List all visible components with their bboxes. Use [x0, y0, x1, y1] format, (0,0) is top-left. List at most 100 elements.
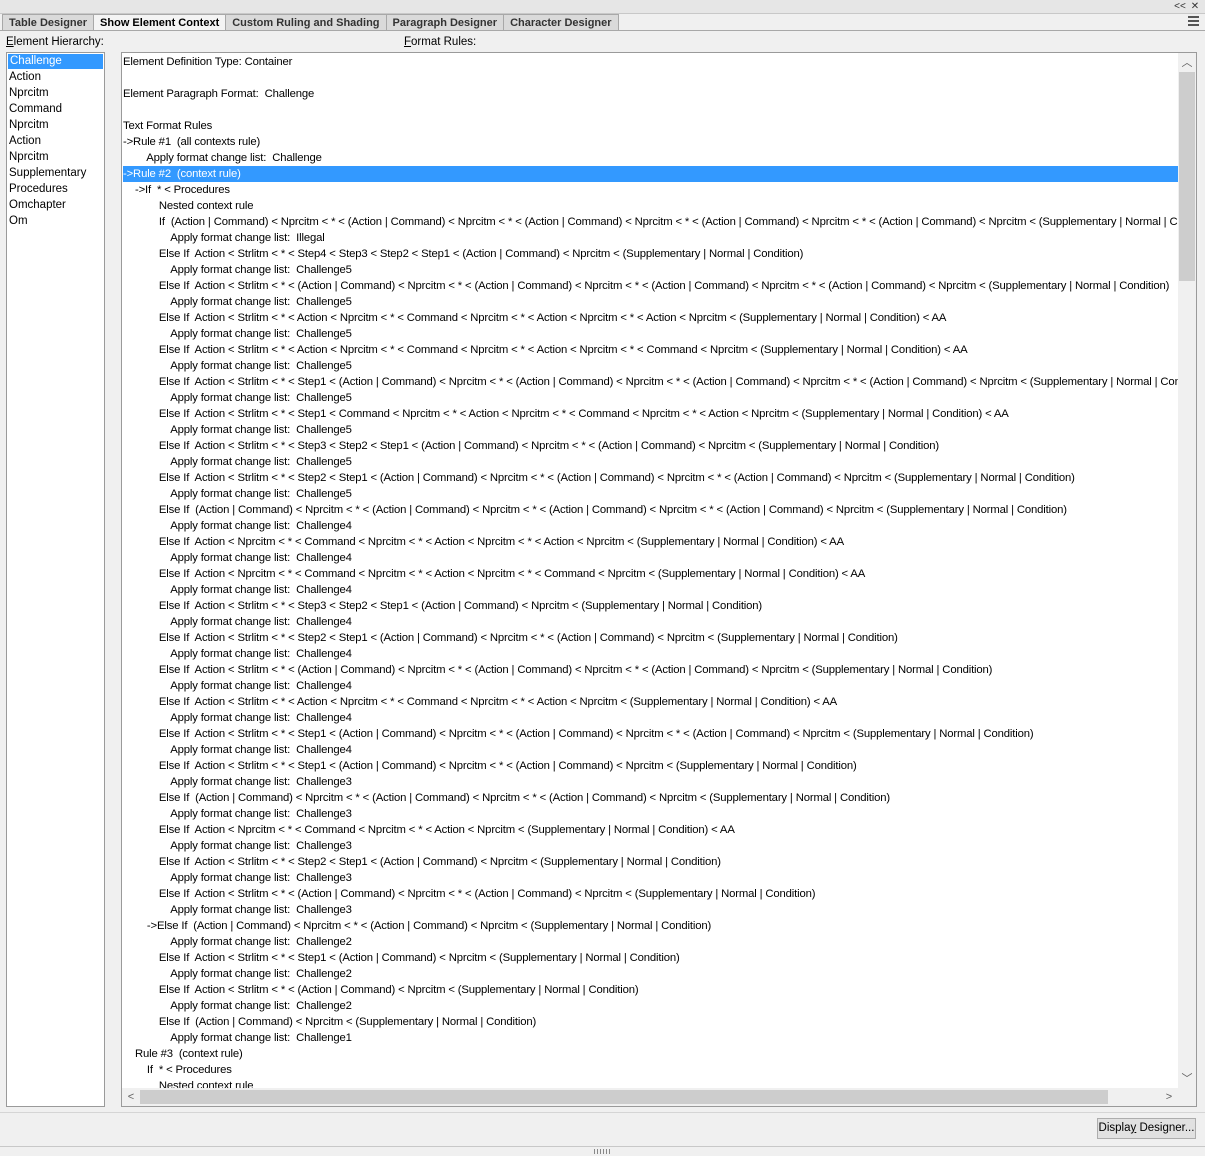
- rule-line[interactable]: Element Definition Type: Container: [123, 54, 1179, 70]
- hierarchy-item[interactable]: Command: [7, 101, 104, 117]
- rule-line[interactable]: Apply format change list: Challenge4: [123, 582, 1179, 598]
- rule-line[interactable]: Nested context rule: [123, 198, 1179, 214]
- rule-line[interactable]: Apply format change list: Challenge3: [123, 902, 1179, 918]
- hierarchy-item[interactable]: Action: [7, 69, 104, 85]
- hierarchy-item[interactable]: Procedures: [7, 181, 104, 197]
- rule-line[interactable]: Else If Action < Strlitm < * < Step3 < S…: [123, 598, 1179, 614]
- rule-line[interactable]: Apply format change list: Challenge4: [123, 678, 1179, 694]
- rule-line[interactable]: Else If Action < Strlitm < * < Step2 < S…: [123, 470, 1179, 486]
- rule-line[interactable]: Apply format change list: Challenge5: [123, 454, 1179, 470]
- format-rules-label: Format Rules:: [404, 36, 477, 48]
- rule-line[interactable]: Else If Action < Strlitm < * < Step2 < S…: [123, 630, 1179, 646]
- rule-line[interactable]: Apply format change list: Illegal: [123, 230, 1179, 246]
- scroll-right-icon[interactable]: >: [1161, 1089, 1177, 1105]
- rule-line[interactable]: Else If Action < Strlitm < * < Action < …: [123, 694, 1179, 710]
- rule-line[interactable]: Else If Action < Nprcitm < * < Command <…: [123, 566, 1179, 582]
- scroll-left-icon[interactable]: <: [123, 1089, 139, 1105]
- hierarchy-item[interactable]: Omchapter: [7, 197, 104, 213]
- rule-line[interactable]: Else If Action < Strlitm < * < (Action |…: [123, 982, 1179, 998]
- hierarchy-item[interactable]: Challenge: [8, 54, 103, 69]
- hierarchy-item[interactable]: Nprcitm: [7, 149, 104, 165]
- rule-line[interactable]: Text Format Rules: [123, 118, 1179, 134]
- rule-line[interactable]: Apply format change list: Challenge4: [123, 518, 1179, 534]
- rule-line[interactable]: Apply format change list: Challenge4: [123, 614, 1179, 630]
- close-icon[interactable]: ✕: [1188, 0, 1202, 13]
- rule-line[interactable]: ->If * < Procedures: [123, 182, 1179, 198]
- rule-line[interactable]: If * < Procedures: [123, 1062, 1179, 1078]
- rule-line[interactable]: Apply format change list: Challenge5: [123, 390, 1179, 406]
- menu-icon[interactable]: [1188, 16, 1199, 28]
- rule-line[interactable]: Else If Action < Strlitm < * < Step1 < C…: [123, 406, 1179, 422]
- rule-line[interactable]: Apply format change list: Challenge2: [123, 998, 1179, 1014]
- rule-line[interactable]: Apply format change list: Challenge4: [123, 742, 1179, 758]
- tab-custom-ruling-and-shading[interactable]: Custom Ruling and Shading: [226, 14, 387, 31]
- rule-line[interactable]: Apply format change list: Challenge3: [123, 774, 1179, 790]
- horizontal-scrollbar[interactable]: < >: [122, 1088, 1178, 1106]
- status-divider: [0, 1146, 1205, 1147]
- rule-line[interactable]: Else If Action < Strlitm < * < (Action |…: [123, 278, 1179, 294]
- rule-line[interactable]: Else If Action < Strlitm < * < (Action |…: [123, 886, 1179, 902]
- tab-divider: [0, 30, 1205, 31]
- rule-line[interactable]: Else If Action < Strlitm < * < Action < …: [123, 342, 1179, 358]
- format-rules-text[interactable]: Element Definition Type: Container Elemen…: [123, 54, 1179, 1089]
- tab-table-designer[interactable]: Table Designer: [2, 14, 95, 31]
- rule-line[interactable]: If (Action | Command) < Nprcitm < * < (A…: [123, 214, 1179, 230]
- hierarchy-item[interactable]: Om: [7, 213, 104, 229]
- rule-line[interactable]: Rule #3 (context rule): [123, 1046, 1179, 1062]
- rule-line[interactable]: Apply format change list: Challenge4: [123, 646, 1179, 662]
- rule-line[interactable]: Apply format change list: Challenge5: [123, 358, 1179, 374]
- rule-line[interactable]: Else If (Action | Command) < Nprcitm < *…: [123, 502, 1179, 518]
- rule-line[interactable]: Apply format change list: Challenge5: [123, 486, 1179, 502]
- rule-line[interactable]: Apply format change list: Challenge5: [123, 422, 1179, 438]
- rule-line[interactable]: Element Paragraph Format: Challenge: [123, 86, 1179, 102]
- rule-line[interactable]: ->Else If (Action | Command) < Nprcitm <…: [123, 918, 1179, 934]
- rule-line[interactable]: ->Rule #1 (all contexts rule): [123, 134, 1179, 150]
- rule-line[interactable]: Else If (Action | Command) < Nprcitm < *…: [123, 790, 1179, 806]
- resize-grip-icon[interactable]: [594, 1149, 612, 1154]
- rule-line[interactable]: Else If Action < Nprcitm < * < Command <…: [123, 534, 1179, 550]
- rule-line[interactable]: Else If Action < Strlitm < * < Step4 < S…: [123, 246, 1179, 262]
- rule-line[interactable]: Apply format change list: Challenge3: [123, 806, 1179, 822]
- footer-divider: [0, 1112, 1205, 1113]
- tab-show-element-context[interactable]: Show Element Context: [94, 14, 227, 31]
- rule-line[interactable]: [123, 102, 1179, 118]
- display-designer-button[interactable]: Display Designer...: [1097, 1118, 1196, 1139]
- rule-line[interactable]: Else If Action < Nprcitm < * < Command <…: [123, 822, 1179, 838]
- rule-line[interactable]: Apply format change list: Challenge2: [123, 934, 1179, 950]
- rule-line[interactable]: Apply format change list: Challenge4: [123, 550, 1179, 566]
- rule-line[interactable]: Else If Action < Strlitm < * < Step2 < S…: [123, 854, 1179, 870]
- rule-line[interactable]: Apply format change list: Challenge4: [123, 710, 1179, 726]
- rule-line[interactable]: Else If Action < Strlitm < * < Step1 < (…: [123, 758, 1179, 774]
- horizontal-scroll-thumb[interactable]: [140, 1090, 1108, 1104]
- vertical-scrollbar[interactable]: ︿ ﹀: [1178, 53, 1196, 1089]
- rule-line[interactable]: Else If Action < Strlitm < * < Step3 < S…: [123, 438, 1179, 454]
- element-hierarchy-list[interactable]: Challenge Action Nprcitm Command Nprcitm Acti…: [6, 52, 105, 1107]
- rule-line[interactable]: [123, 70, 1179, 86]
- element-hierarchy-label: Element Hierarchy:: [6, 36, 104, 48]
- rule-line[interactable]: Else If Action < Strlitm < * < Step1 < (…: [123, 374, 1179, 390]
- rule-line[interactable]: Apply format change list: Challenge5: [123, 262, 1179, 278]
- rule-line[interactable]: ->Rule #2 (context rule): [123, 166, 1179, 182]
- rule-line[interactable]: Apply format change list: Challenge2: [123, 966, 1179, 982]
- rule-line[interactable]: Else If Action < Strlitm < * < Step1 < (…: [123, 726, 1179, 742]
- tab-paragraph-designer[interactable]: Paragraph Designer: [386, 14, 505, 31]
- scroll-down-icon[interactable]: ﹀: [1179, 1071, 1195, 1087]
- hierarchy-item[interactable]: Action: [7, 133, 104, 149]
- hierarchy-item[interactable]: Nprcitm: [7, 85, 104, 101]
- rule-line[interactable]: Else If Action < Strlitm < * < Step1 < (…: [123, 950, 1179, 966]
- vertical-scroll-thumb[interactable]: [1179, 72, 1195, 281]
- rule-line[interactable]: Else If Action < Strlitm < * < Action < …: [123, 310, 1179, 326]
- rule-line[interactable]: Else If (Action | Command) < Nprcitm < (…: [123, 1014, 1179, 1030]
- hierarchy-item[interactable]: Supplementary: [7, 165, 104, 181]
- rule-line[interactable]: Apply format change list: Challenge3: [123, 838, 1179, 854]
- collapse-icon[interactable]: <<: [1173, 0, 1187, 13]
- tab-character-designer[interactable]: Character Designer: [504, 14, 619, 31]
- hierarchy-item[interactable]: Nprcitm: [7, 117, 104, 133]
- rule-line[interactable]: Apply format change list: Challenge: [123, 150, 1179, 166]
- rule-line[interactable]: Apply format change list: Challenge5: [123, 326, 1179, 342]
- rule-line[interactable]: Apply format change list: Challenge5: [123, 294, 1179, 310]
- rule-line[interactable]: Apply format change list: Challenge3: [123, 870, 1179, 886]
- rule-line[interactable]: Else If Action < Strlitm < * < (Action |…: [123, 662, 1179, 678]
- scroll-up-icon[interactable]: ︿: [1179, 55, 1195, 71]
- rule-line[interactable]: Apply format change list: Challenge1: [123, 1030, 1179, 1046]
